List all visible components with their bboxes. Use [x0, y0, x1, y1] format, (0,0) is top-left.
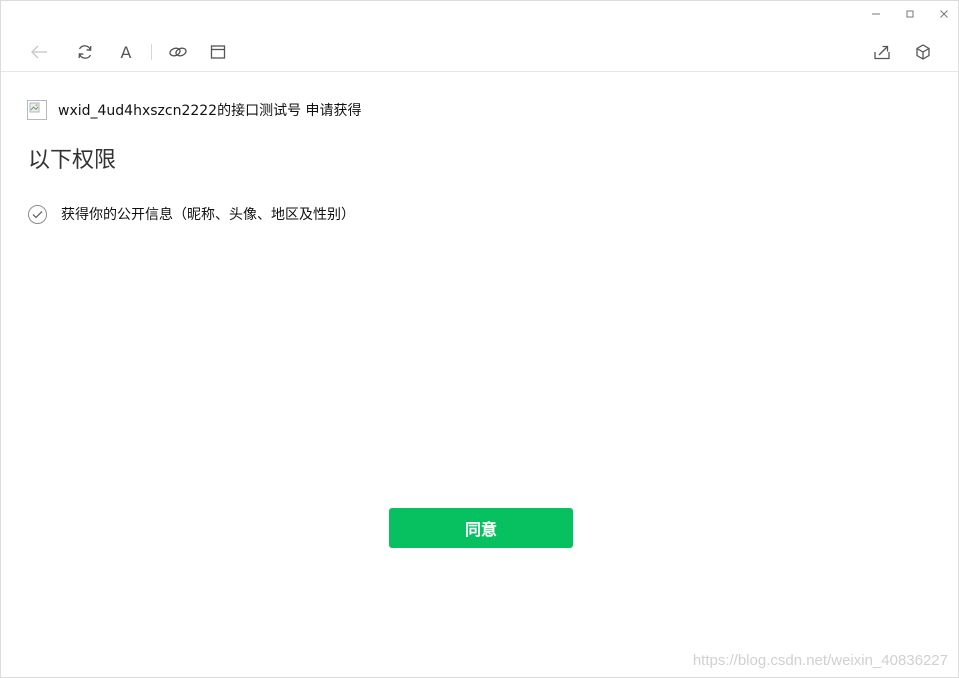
app-request-text: wxid_4ud4hxszcn2222的接口测试号 申请获得: [58, 103, 362, 119]
font-size-button[interactable]: A: [113, 39, 139, 65]
back-arrow-icon: [31, 45, 47, 59]
window-icon: [210, 45, 226, 59]
refresh-icon: [78, 45, 92, 59]
agree-button[interactable]: 同意: [389, 508, 573, 548]
link-icon: [169, 47, 187, 57]
permission-label: 获得你的公开信息（昵称、头像、地区及性别）: [61, 207, 355, 223]
close-icon: [940, 10, 948, 18]
app-header: wxid_4ud4hxszcn2222的接口测试号 申请获得: [27, 100, 362, 120]
maximize-icon: [906, 10, 914, 18]
cube-icon: [916, 44, 930, 60]
minimize-button[interactable]: [863, 4, 889, 24]
refresh-button[interactable]: [72, 39, 98, 65]
open-in-browser-button[interactable]: [205, 39, 231, 65]
auth-page: wxid_4ud4hxszcn2222的接口测试号 申请获得 以下权限 获得你的…: [1, 72, 958, 677]
share-icon: [874, 45, 890, 60]
permission-title: 以下权限: [28, 148, 117, 173]
minimize-icon: [872, 13, 880, 15]
browser-window: A wxid_4ud4hxszcn2222的接口测试号 申请获得 以下权限 获得…: [0, 0, 959, 678]
copy-link-button[interactable]: [165, 39, 191, 65]
check-icon: [32, 210, 43, 218]
toolbar: A: [1, 31, 958, 72]
close-button[interactable]: [931, 4, 957, 24]
title-bar: [1, 1, 958, 27]
broken-image-icon: [29, 102, 40, 113]
app-avatar: [27, 100, 47, 120]
permission-item[interactable]: 获得你的公开信息（昵称、头像、地区及性别）: [28, 204, 355, 224]
back-button[interactable]: [26, 39, 52, 65]
share-button[interactable]: [869, 39, 895, 65]
mini-program-button[interactable]: [910, 39, 936, 65]
permission-checkbox[interactable]: [28, 204, 47, 224]
toolbar-divider: [151, 44, 152, 60]
font-label: A: [120, 42, 132, 62]
watermark: https://blog.csdn.net/weixin_40836227: [692, 652, 948, 669]
maximize-button[interactable]: [897, 4, 923, 24]
